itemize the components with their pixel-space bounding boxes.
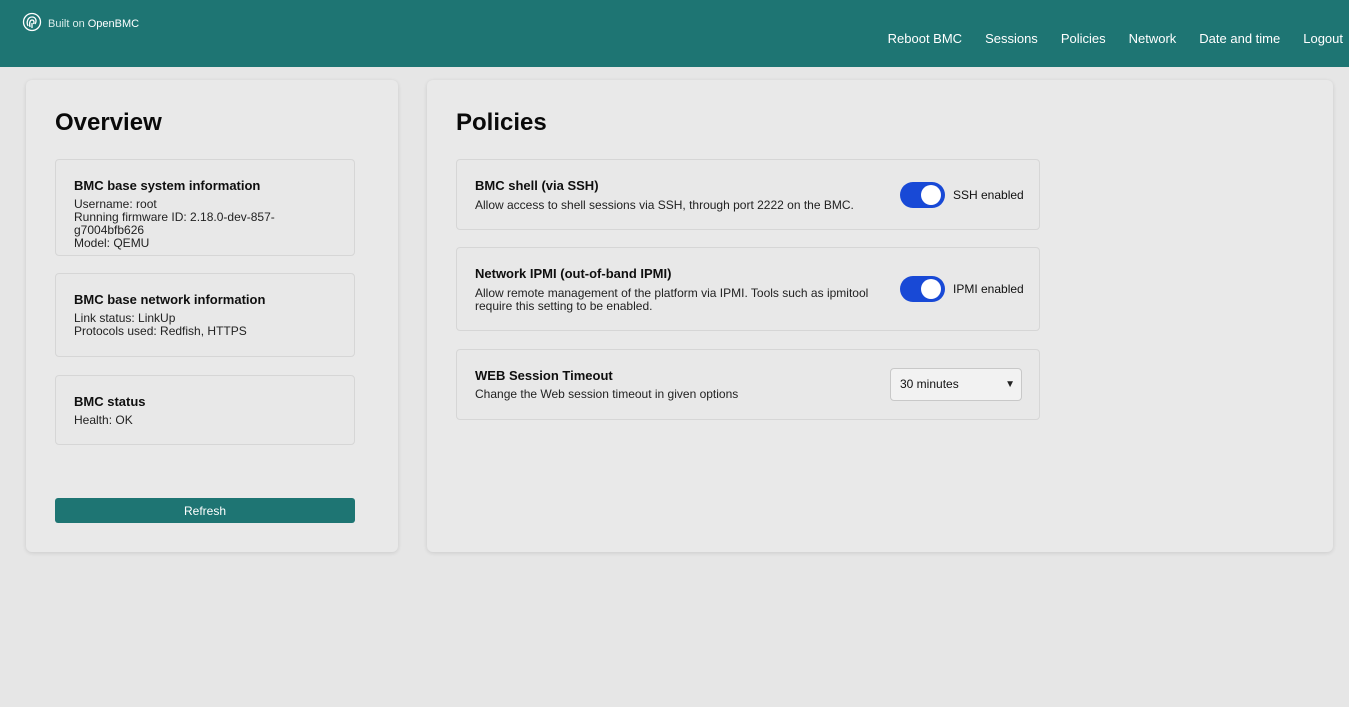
system-model: Model: QEMU [74, 236, 150, 250]
session-timeout-select[interactable]: 30 minutes ▼ [890, 368, 1022, 401]
nav-reboot-bmc[interactable]: Reboot BMC [888, 31, 962, 47]
ssh-policy-heading: BMC shell (via SSH) [475, 178, 599, 193]
bmc-status-panel: BMC status Health: OK [55, 375, 355, 445]
nav-sessions[interactable]: Sessions [985, 31, 1038, 47]
ipmi-toggle-group: IPMI enabled [900, 276, 1024, 302]
ipmi-policy-panel: Network IPMI (out-of-band IPMI) Allow re… [456, 247, 1040, 331]
brand-text: Built on OpenBMC [48, 18, 139, 30]
ssh-toggle-group: SSH enabled [900, 182, 1024, 208]
main-nav: Reboot BMC Sessions Policies Network Dat… [865, 31, 1343, 47]
overview-card: Overview BMC base system information Use… [26, 80, 398, 552]
refresh-button[interactable]: Refresh [55, 498, 355, 523]
brand-prefix: Built on [48, 18, 85, 30]
top-navbar: Built on OpenBMC Reboot BMC Sessions Poli… [0, 0, 1349, 67]
session-timeout-value: 30 minutes [900, 377, 959, 391]
session-timeout-heading: WEB Session Timeout [475, 368, 613, 383]
chevron-down-icon: ▼ [1005, 379, 1015, 390]
overview-title: Overview [55, 109, 162, 136]
system-info-heading: BMC base system information [74, 178, 261, 193]
bmc-health: Health: OK [74, 413, 133, 427]
ssh-policy-panel: BMC shell (via SSH) Allow access to shel… [456, 159, 1040, 230]
toggle-knob [921, 185, 941, 205]
brand-name: OpenBMC [87, 18, 140, 30]
network-info-panel: BMC base network information Link status… [55, 273, 355, 357]
ssh-toggle-label: SSH enabled [953, 188, 1024, 202]
ipmi-policy-heading: Network IPMI (out-of-band IPMI) [475, 266, 672, 281]
openbmc-logo-icon [22, 12, 42, 37]
bmc-status-heading: BMC status [74, 394, 146, 409]
network-protocols: Protocols used: Redfish, HTTPS [74, 324, 247, 338]
toggle-knob [921, 279, 941, 299]
system-info-panel: BMC base system information Username: ro… [55, 159, 355, 256]
session-timeout-description: Change the Web session timeout in given … [475, 387, 739, 401]
ipmi-toggle[interactable] [900, 276, 945, 302]
policies-title: Policies [456, 109, 547, 136]
nav-date-and-time[interactable]: Date and time [1199, 31, 1280, 47]
nav-network[interactable]: Network [1129, 31, 1177, 47]
policies-card: Policies BMC shell (via SSH) Allow acces… [427, 80, 1333, 552]
ipmi-policy-description: Allow remote management of the platform … [475, 286, 869, 313]
brand[interactable]: Built on OpenBMC [22, 12, 139, 37]
system-firmware: Running firmware ID: 2.18.0-dev-857-g700… [74, 210, 275, 237]
ssh-toggle[interactable] [900, 182, 945, 208]
ssh-policy-description: Allow access to shell sessions via SSH, … [475, 198, 854, 212]
network-info-heading: BMC base network information [74, 292, 266, 307]
nav-logout[interactable]: Logout [1303, 31, 1343, 47]
session-timeout-panel: WEB Session Timeout Change the Web sessi… [456, 349, 1040, 420]
nav-policies[interactable]: Policies [1061, 31, 1106, 47]
ipmi-toggle-label: IPMI enabled [953, 282, 1024, 296]
